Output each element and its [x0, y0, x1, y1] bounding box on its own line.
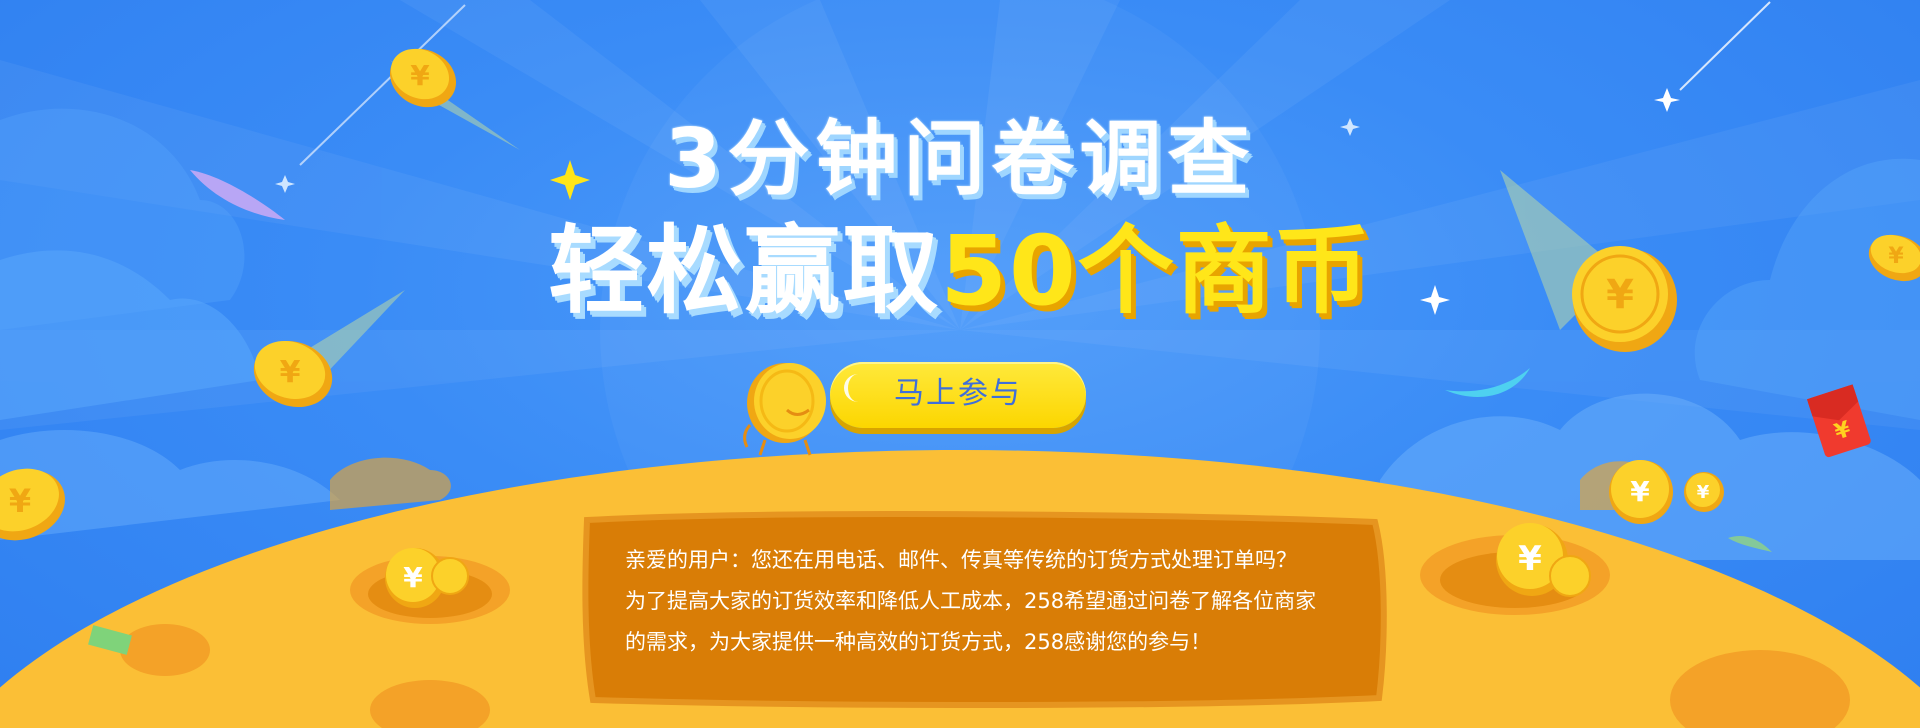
- intro-line-1: 亲爱的用户：您还在用电话、邮件、传真等传统的订货方式处理订单吗？: [625, 548, 1297, 572]
- intro-panel: 亲爱的用户：您还在用电话、邮件、传真等传统的订货方式处理订单吗？ 为了提高大家的…: [575, 510, 1395, 710]
- headline-line2: 轻松赢取50个商币: [0, 193, 1920, 332]
- intro-text: 亲爱的用户：您还在用电话、邮件、传真等传统的订货方式处理订单吗？ 为了提高大家的…: [625, 540, 1365, 663]
- button-shine: [844, 374, 866, 402]
- headline-reward: 50个商币: [940, 215, 1372, 327]
- headline-line2-a: 轻松赢取: [548, 215, 941, 327]
- join-now-button[interactable]: 马上参与: [830, 362, 1086, 428]
- join-now-label: 马上参与: [894, 376, 1022, 411]
- intro-line-3: 的需求，为大家提供一种高效的订货方式，258感谢您的参与！: [625, 630, 1212, 654]
- survey-banner: ¥ ¥ ¥ ¥ ¥ ¥ ¥ ¥ ¥ ¥ 3分钟问卷调查 轻松赢取50个商币 马上…: [0, 0, 1920, 728]
- coin-mascot-icon: [743, 363, 826, 456]
- intro-line-2: 为了提高大家的订货效率和降低人工成本，258希望通过问卷了解各位商家: [625, 589, 1317, 613]
